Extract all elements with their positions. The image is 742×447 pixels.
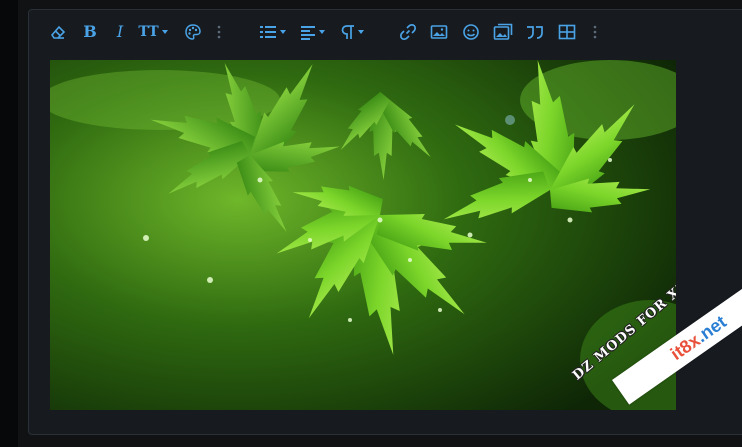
- palette-icon: [185, 24, 201, 40]
- insert-table-button[interactable]: [556, 21, 578, 43]
- insert-link-button[interactable]: [397, 21, 419, 43]
- bold-button[interactable]: B: [80, 21, 100, 43]
- insert-emoji-button[interactable]: [460, 21, 482, 43]
- more-options-button[interactable]: [213, 21, 225, 43]
- link-icon: [400, 24, 417, 41]
- chevron-down-icon: [279, 30, 286, 34]
- paragraph-icon: [341, 25, 354, 39]
- text-size-icon: TT: [138, 24, 159, 40]
- more-vertical-icon: [217, 25, 221, 39]
- maple-leaves-photo: [50, 60, 676, 410]
- insert-quote-button[interactable]: [524, 21, 546, 43]
- align-dropdown[interactable]: [297, 21, 327, 43]
- paragraph-dropdown[interactable]: [337, 21, 367, 43]
- smile-icon: [463, 24, 479, 40]
- inserted-image[interactable]: DZ MODS FOR XENFORO: [50, 60, 676, 410]
- insert-image-button[interactable]: [428, 21, 450, 43]
- image-icon: [430, 25, 448, 39]
- bold-icon: B: [83, 22, 97, 41]
- text-color-button[interactable]: [182, 21, 204, 43]
- italic-button[interactable]: I: [111, 21, 129, 43]
- left-sidebar-strip: [0, 0, 18, 447]
- more-options-button[interactable]: [589, 21, 601, 43]
- chevron-down-icon: [357, 30, 364, 34]
- list-icon: [259, 26, 276, 38]
- remove-format-button[interactable]: [47, 21, 69, 43]
- insert-media-button[interactable]: [492, 21, 514, 43]
- chevron-down-icon: [161, 30, 168, 34]
- eraser-icon: [50, 25, 66, 39]
- editor-toolbar: B I TT: [29, 10, 742, 54]
- more-vertical-icon: [593, 25, 597, 39]
- list-dropdown[interactable]: [257, 21, 287, 43]
- table-icon: [558, 24, 576, 40]
- quote-icon: [527, 26, 543, 39]
- media-icon: [493, 23, 513, 40]
- align-left-icon: [300, 26, 315, 40]
- text-size-dropdown[interactable]: TT: [137, 21, 169, 43]
- chevron-down-icon: [318, 30, 325, 34]
- italic-icon: I: [116, 22, 124, 41]
